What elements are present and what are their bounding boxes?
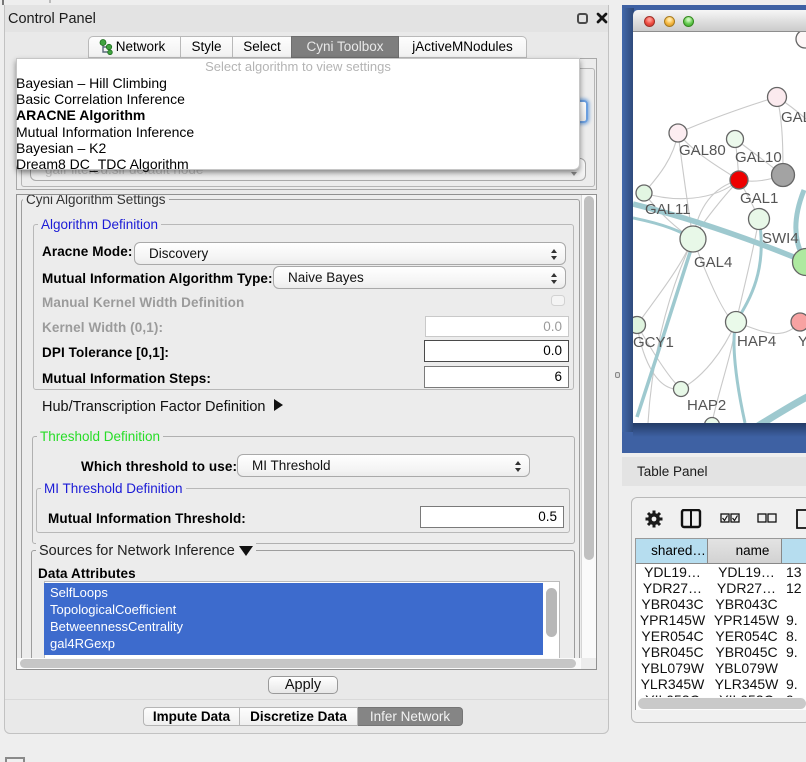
svg-text:GCY1: GCY1 bbox=[633, 334, 674, 351]
svg-text:SWI4: SWI4 bbox=[762, 230, 799, 247]
svg-text:HAP2: HAP2 bbox=[687, 397, 726, 414]
svg-text:GAL4: GAL4 bbox=[694, 254, 732, 271]
svg-text:Y: Y bbox=[798, 333, 806, 350]
svg-text:GAL1: GAL1 bbox=[740, 190, 778, 207]
svg-text:HAP4: HAP4 bbox=[737, 333, 776, 350]
svg-text:GAL: GAL bbox=[781, 109, 806, 126]
svg-text:GAL80: GAL80 bbox=[679, 142, 726, 159]
svg-text:GAL10: GAL10 bbox=[735, 149, 782, 166]
svg-text:GAL11: GAL11 bbox=[645, 201, 691, 218]
